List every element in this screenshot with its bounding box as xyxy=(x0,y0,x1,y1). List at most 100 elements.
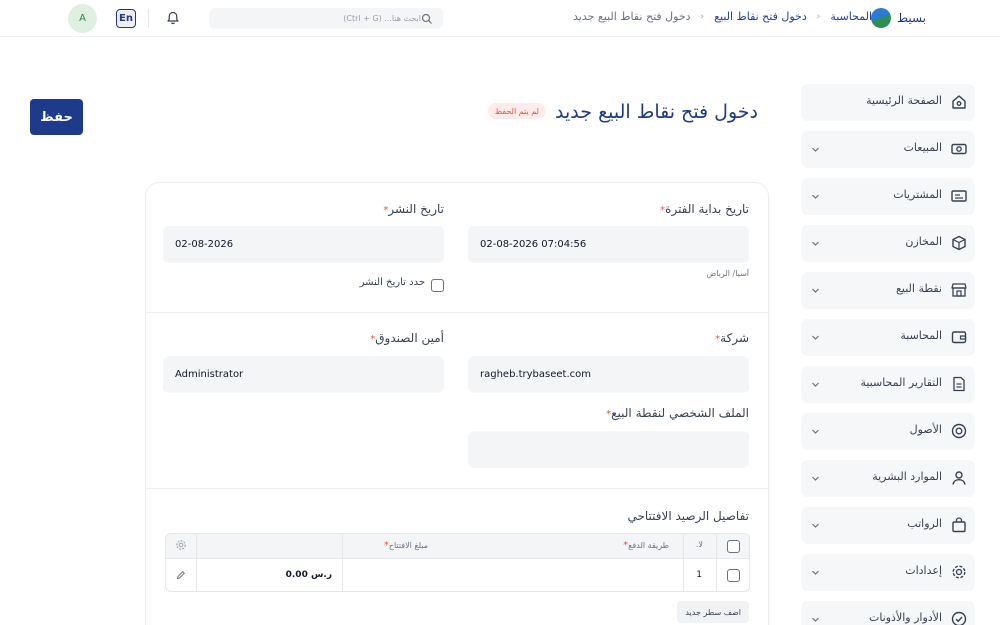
avatar[interactable]: A xyxy=(68,4,97,33)
sidebar-item-label: نقطة البيع xyxy=(896,282,942,295)
chevron-down-icon xyxy=(811,239,820,248)
cashier-field[interactable]: Administrator xyxy=(163,356,444,393)
column-divider xyxy=(716,534,717,558)
column-divider xyxy=(683,559,684,591)
pos-profile-field[interactable] xyxy=(468,431,749,468)
row-amount[interactable]: ر.س 0.00 xyxy=(286,570,332,580)
sidebar-item-label: التقارير المحاسبية xyxy=(860,376,942,389)
money-icon xyxy=(950,140,968,158)
chevron-down-icon xyxy=(811,286,820,295)
search-icon xyxy=(421,13,433,25)
period-start-label: تاريخ بداية الفترة* xyxy=(660,202,749,216)
check-badge-icon xyxy=(950,610,968,625)
sidebar-item-label: الأصول xyxy=(909,423,942,436)
column-divider xyxy=(196,534,197,558)
column-header-payment-method: طريقة الدفع* xyxy=(623,540,669,551)
opening-balance-title: تفاصيل الرصيد الافتتاحي xyxy=(627,509,749,523)
search-input[interactable] xyxy=(219,14,421,23)
chevron-down-icon xyxy=(811,145,820,154)
sidebar-item-label: الموارد البشرية xyxy=(872,470,942,483)
sidebar-item-accounting-reports[interactable]: التقارير المحاسبية xyxy=(801,366,975,403)
sidebar-item-payroll[interactable]: الرواتب xyxy=(801,507,975,544)
chevron-down-icon xyxy=(811,474,820,483)
form-card: تاريخ بداية الفترة* 02-08-2026 07:04:56 … xyxy=(145,182,769,625)
column-header-amount: مبلغ الافتتاح* xyxy=(383,540,428,551)
sidebar-item-pos[interactable]: نقطة البيع xyxy=(801,272,975,309)
notifications-bell-icon[interactable] xyxy=(165,10,181,26)
wallet-icon xyxy=(950,328,968,346)
save-button[interactable]: حفظ xyxy=(30,99,83,135)
chevron-down-icon xyxy=(811,192,820,201)
report-icon xyxy=(950,375,968,393)
chevron-down-icon xyxy=(811,380,820,389)
breadcrumb-item-current: دخول فتح نقاط البيع جديد xyxy=(573,10,691,23)
column-header-no: لا. xyxy=(695,540,703,549)
sidebar-item-warehouses[interactable]: المخازن xyxy=(801,225,975,262)
brand-name: بسيط xyxy=(896,11,926,25)
sidebar: الصفحة الرئيسية المبيعات المشتريات المخا… xyxy=(801,84,975,625)
gear-icon xyxy=(950,563,968,581)
breadcrumb: المحاسبة ‹ دخول فتح نقاط البيع ‹ دخول فت… xyxy=(573,10,872,23)
company-label: شركة* xyxy=(715,331,749,345)
row-checkbox[interactable] xyxy=(727,569,740,582)
asset-icon xyxy=(950,422,968,440)
language-toggle-button[interactable]: En xyxy=(116,9,136,28)
breadcrumb-item-accounting[interactable]: المحاسبة xyxy=(830,10,872,23)
sidebar-item-home[interactable]: الصفحة الرئيسية xyxy=(801,84,975,121)
divider xyxy=(146,312,768,313)
posting-date-field[interactable]: 02-08-2026 xyxy=(163,226,444,263)
row-number: 1 xyxy=(696,570,702,580)
sidebar-item-assets[interactable]: الأصول xyxy=(801,413,975,450)
table-header: لا. طريقة الدفع* مبلغ الافتتاح* xyxy=(166,534,749,559)
breadcrumb-item-pos-opening[interactable]: دخول فتح نقاط البيع xyxy=(714,10,807,23)
sidebar-item-label: المشتريات xyxy=(893,188,942,201)
person-icon xyxy=(950,469,968,487)
timezone-hint: آسيا/ الرياض xyxy=(706,269,749,278)
column-divider xyxy=(342,534,343,558)
sidebar-item-sales[interactable]: المبيعات xyxy=(801,131,975,168)
sidebar-item-purchases[interactable]: المشتريات xyxy=(801,178,975,215)
top-bar: بسيط المحاسبة ‹ دخول فتح نقاط البيع ‹ دخ… xyxy=(0,0,1000,37)
sidebar-item-settings[interactable]: إعدادات xyxy=(801,554,975,591)
cashier-label: أمين الصندوق* xyxy=(370,331,444,345)
column-divider xyxy=(716,559,717,591)
pos-profile-label: الملف الشخصي لنقطة البيع* xyxy=(606,406,749,420)
chevron-down-icon xyxy=(811,568,820,577)
opening-balance-table: لا. طريقة الدفع* مبلغ الافتتاح* 1 ر.س 0.… xyxy=(165,533,750,592)
chevron-down-icon xyxy=(811,521,820,530)
column-divider xyxy=(196,559,197,591)
bag-icon xyxy=(950,516,968,534)
box-icon xyxy=(950,234,968,252)
sidebar-item-label: إعدادات xyxy=(905,564,942,577)
period-start-field[interactable]: 02-08-2026 07:04:56 xyxy=(468,226,749,263)
column-divider xyxy=(683,534,684,558)
settings-gear-icon[interactable] xyxy=(175,539,187,551)
sidebar-item-label: المحاسبة xyxy=(900,329,942,342)
sidebar-item-roles-permissions[interactable]: الأدوار والأذونات xyxy=(801,601,975,625)
breadcrumb-separator: ‹ xyxy=(700,11,705,22)
chevron-down-icon xyxy=(811,333,820,342)
search-box[interactable] xyxy=(209,8,443,29)
chevron-down-icon xyxy=(811,427,820,436)
divider xyxy=(148,9,149,28)
select-all-checkbox[interactable] xyxy=(727,540,740,553)
sidebar-item-accounting[interactable]: المحاسبة xyxy=(801,319,975,356)
posting-date-label: تاريخ النشر* xyxy=(383,202,444,216)
divider xyxy=(146,488,768,489)
brand[interactable]: بسيط xyxy=(870,8,926,28)
home-icon xyxy=(950,93,968,111)
table-row[interactable]: 1 ر.س 0.00 xyxy=(166,559,749,591)
set-posting-date-label: حدد تاريخ النشر xyxy=(359,277,425,288)
add-row-button[interactable]: اضف سطر جديد xyxy=(677,601,749,623)
set-posting-date-checkbox[interactable] xyxy=(431,279,444,292)
brand-logo-icon xyxy=(870,8,891,28)
receipt-icon xyxy=(950,187,968,205)
edit-icon[interactable] xyxy=(175,569,187,581)
column-divider xyxy=(342,559,343,591)
sidebar-item-hr[interactable]: الموارد البشرية xyxy=(801,460,975,497)
page-title: دخول فتح نقاط البيع جديد xyxy=(555,101,758,123)
company-field[interactable]: ragheb.trybaseet.com xyxy=(468,356,749,393)
store-icon xyxy=(950,281,968,299)
breadcrumb-separator: ‹ xyxy=(816,11,821,22)
chevron-down-icon xyxy=(811,615,820,624)
